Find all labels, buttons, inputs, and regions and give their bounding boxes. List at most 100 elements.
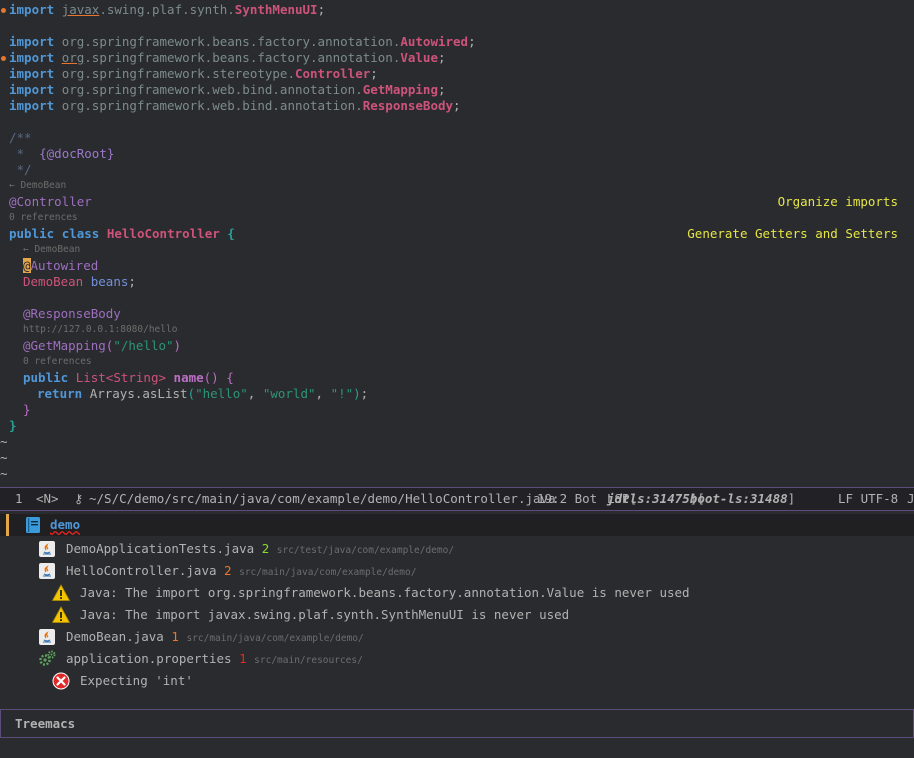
- code-line[interactable]: @ResponseBody: [0, 306, 914, 322]
- semicolon: ;: [437, 50, 446, 65]
- diagnostic-message: Java: The import org.springframework.bea…: [80, 585, 690, 600]
- keyword: import: [9, 66, 55, 81]
- window-number[interactable]: 1: [15, 488, 23, 510]
- major-mode[interactable]: J: [907, 488, 914, 510]
- lsp-bracket: ][: [689, 491, 705, 506]
- annotation: @GetMapping: [23, 338, 106, 353]
- references-lens[interactable]: 0 references: [23, 356, 92, 368]
- error-count: 2: [261, 541, 270, 556]
- semicolon: ;: [370, 66, 378, 81]
- organize-imports-action[interactable]: Organize imports: [778, 194, 898, 210]
- lsp-bracket: ]: [787, 491, 796, 506]
- type-name: String: [113, 370, 159, 385]
- file-row[interactable]: DemoApplicationTests.java 2 src/test/jav…: [0, 538, 914, 560]
- code-editor[interactable]: import javax.swing.plaf.synth.SynthMenuU…: [0, 0, 914, 484]
- code-lens-line: 0 references: [0, 356, 914, 368]
- code-line[interactable]: import org.springframework.beans.factory…: [0, 50, 914, 66]
- code-line[interactable]: @Controller Organize imports: [0, 194, 914, 210]
- file-entry: DemoBean.java 1 src/main/java/com/exampl…: [66, 626, 364, 650]
- endpoint-url-lens[interactable]: http://127.0.0.1:8080/hello: [23, 324, 177, 336]
- angle-bracket: >: [158, 370, 167, 385]
- method-call: Arrays.asList: [89, 386, 188, 401]
- comment: /**: [9, 130, 32, 145]
- project-root[interactable]: demo: [0, 514, 914, 536]
- tilde-marker: ~: [0, 434, 8, 449]
- diagnostic-row[interactable]: Java: The import javax.swing.plaf.synth.…: [0, 604, 914, 626]
- project-name: demo: [50, 517, 81, 532]
- file-name: DemoBean.java: [66, 629, 164, 644]
- diagnostic-row[interactable]: Expecting 'int': [0, 670, 914, 692]
- paren: ): [353, 386, 361, 401]
- evil-state: <N>: [36, 491, 59, 506]
- code-line[interactable]: import javax.swing.plaf.synth.SynthMenuU…: [0, 2, 914, 18]
- file-row[interactable]: HelloController.java 2 src/main/java/com…: [0, 560, 914, 582]
- file-path: src/test/java/com/example/demo/: [276, 545, 455, 556]
- file-row[interactable]: application.properties 1 src/main/resour…: [0, 648, 914, 670]
- diagnostic-message: Expecting 'int': [80, 673, 193, 688]
- annotation: Autowired: [30, 258, 99, 273]
- code-lens-line: ← DemoBean: [0, 180, 914, 192]
- semicolon: ;: [468, 34, 476, 49]
- references-lens[interactable]: 0 references: [9, 212, 78, 224]
- generate-getters-setters-action[interactable]: Generate Getters and Setters: [687, 226, 898, 242]
- file-row[interactable]: DemoBean.java 1 src/main/java/com/exampl…: [0, 626, 914, 648]
- tilde-marker: ~: [0, 466, 8, 481]
- book-icon: [26, 517, 40, 533]
- echo-area: [0, 738, 914, 754]
- java-icon: [39, 629, 55, 645]
- package-name: .springframework.beans.factory.annotatio…: [84, 50, 401, 65]
- type-name: DemoBean: [23, 274, 84, 289]
- code-line[interactable]: import org.springframework.web.bind.anno…: [0, 82, 914, 98]
- string-literal: "/hello": [113, 338, 174, 353]
- lsp-status[interactable]: LSP[jdtls:31475][boot-ls:31488]: [607, 488, 795, 510]
- code-line[interactable]: * {@docRoot}: [0, 146, 914, 162]
- brace: {: [226, 370, 234, 385]
- keyword: import: [9, 50, 55, 65]
- keyword: import: [9, 34, 55, 49]
- class-name: GetMapping: [362, 82, 438, 97]
- paren: (): [203, 370, 219, 385]
- treemacs-panel[interactable]: demo DemoApplicationTests.java 2 src/tes…: [0, 511, 914, 709]
- class-name: SynthMenuUI: [234, 2, 318, 17]
- warning-icon: [52, 584, 70, 601]
- warning-count: 1: [171, 629, 179, 644]
- brace: }: [23, 402, 31, 417]
- empty-line-marker: ~: [0, 466, 914, 482]
- code-line[interactable]: DemoBean beans;: [0, 274, 914, 290]
- code-line[interactable]: import org.springframework.stereotype.Co…: [0, 66, 914, 82]
- keyword: public: [9, 226, 55, 241]
- code-line[interactable]: import org.springframework.beans.factory…: [0, 34, 914, 50]
- semicolon: ;: [128, 274, 136, 289]
- code-lens[interactable]: ← DemoBean: [23, 244, 80, 256]
- code-line[interactable]: return Arrays.asList("hello", "world", "…: [0, 386, 914, 402]
- annotation: @Controller: [9, 194, 92, 209]
- annotation: @ResponseBody: [23, 306, 121, 321]
- code-lens-line: 0 references: [0, 212, 914, 224]
- encoding[interactable]: LF UTF-8: [838, 488, 898, 510]
- code-line[interactable]: */: [0, 162, 914, 178]
- treemacs-footer: Treemacs: [0, 709, 914, 738]
- code-line[interactable]: public List<String> name() {: [0, 370, 914, 386]
- buffer-path[interactable]: ~/S/C/demo/src/main/java/com/example/dem…: [89, 488, 556, 510]
- code-line[interactable]: @Autowired: [0, 258, 914, 274]
- code-line[interactable]: @GetMapping("/hello"): [0, 338, 914, 354]
- file-name: DemoApplicationTests.java: [66, 541, 255, 556]
- code-line[interactable]: import org.springframework.web.bind.anno…: [0, 98, 914, 114]
- keyword: return: [37, 386, 83, 401]
- diagnostic-row[interactable]: Java: The import org.springframework.bea…: [0, 582, 914, 604]
- code-line[interactable]: /**: [0, 130, 914, 146]
- diagnostic-dot: [1, 56, 6, 61]
- code-line[interactable]: public class HelloController { Generate …: [0, 226, 914, 242]
- package-name: javax: [61, 2, 100, 17]
- diagnostic-message: Java: The import javax.swing.plaf.synth.…: [80, 607, 570, 622]
- string-literal: "hello": [195, 386, 248, 401]
- code-lens-line: http://127.0.0.1:8080/hello: [0, 324, 914, 336]
- code-line[interactable]: }: [0, 402, 914, 418]
- comment: */: [9, 162, 32, 177]
- empty-line-marker: ~: [0, 450, 914, 466]
- code-lens[interactable]: ← DemoBean: [9, 180, 66, 192]
- treemacs-label: Treemacs: [15, 716, 76, 731]
- type-name: List: [75, 370, 106, 385]
- code-line[interactable]: }: [0, 418, 914, 434]
- keyword: public: [23, 370, 69, 385]
